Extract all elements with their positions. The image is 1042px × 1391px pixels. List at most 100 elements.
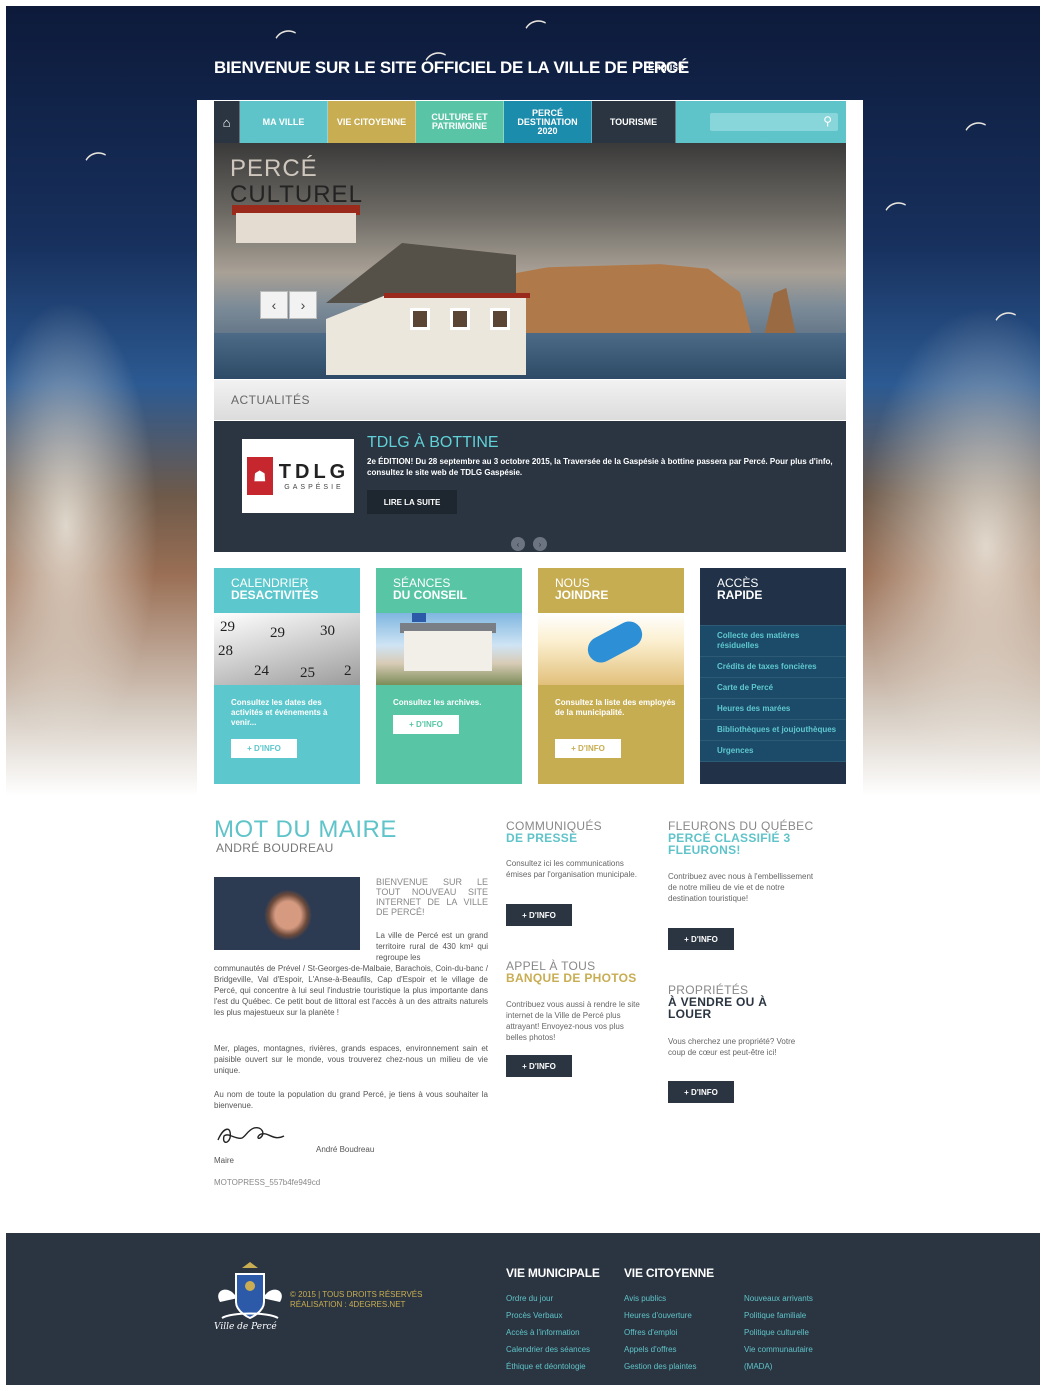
nav-vie-citoyenne[interactable]: VIE CITOYENNE <box>328 101 416 143</box>
house-window <box>490 308 510 330</box>
footer-link[interactable]: Appels d'offres <box>624 1341 697 1358</box>
communiques-info-button[interactable]: + D'INFO <box>506 904 572 926</box>
house-trim <box>384 293 530 298</box>
mayor-paragraph-3: Au nom de toute la population du grand P… <box>214 1090 488 1110</box>
properties-info-button[interactable]: + D'INFO <box>668 1081 734 1103</box>
signature-name: André Boudreau <box>316 1145 375 1154</box>
slider-next-button[interactable]: › <box>289 291 317 319</box>
hiker-icon: ☗ <box>246 457 273 495</box>
footer-link[interactable]: Gestion des plaintes <box>624 1358 697 1375</box>
slide-title-line1: PERCÉ <box>230 155 318 182</box>
footer-link[interactable]: Accès à l'information <box>506 1324 590 1341</box>
fleurons-heading: FLEURONS DU QUÉBEC PERCÉ CLASSIFIÉ 3 FLE… <box>668 819 814 857</box>
footer-col1-links: Ordre du jour Procès Verbaux Accès à l'i… <box>506 1290 590 1375</box>
properties-text: Vous cherchez une propriété? Votre coup … <box>668 1037 796 1057</box>
footer-link[interactable]: Vie communautaire <box>744 1341 813 1358</box>
photos-text: Contribuez vous aussi à rendre le site i… <box>506 1000 640 1042</box>
box-calendrier-heading: CALENDRIER DESACTIVITÉS <box>231 576 319 602</box>
news-prev-dot[interactable]: ‹ <box>511 537 525 551</box>
nav-tourisme[interactable]: TOURISME <box>592 101 676 143</box>
mayor-lead-text: BIENVENUE SUR LE TOUT NOUVEAU SITE INTER… <box>376 877 488 917</box>
english-link[interactable]: English <box>648 62 684 73</box>
footer-link[interactable]: Ordre du jour <box>506 1290 590 1307</box>
footer-link[interactable]: Éthique et déontologie <box>506 1358 590 1375</box>
sea <box>214 333 846 379</box>
quick-access-list: Collecte des matières résiduelles Crédit… <box>700 613 846 762</box>
read-more-button[interactable]: LIRE LA SUITE <box>367 490 457 514</box>
calendrier-info-button[interactable]: + D'INFO <box>231 739 297 758</box>
bird-icon: ⌒ <box>523 16 552 47</box>
photos-info-button[interactable]: + D'INFO <box>506 1055 572 1077</box>
footer-link[interactable]: Procès Verbaux <box>506 1307 590 1324</box>
quick-link-carte[interactable]: Carte de Percé <box>700 677 846 698</box>
flag-icon <box>412 613 426 622</box>
quick-link-urgences[interactable]: Urgences <box>700 740 846 762</box>
communiques-text: Consultez ici les communications émises … <box>506 859 637 879</box>
box-seances-heading: SÉANCES DU CONSEIL <box>393 576 468 602</box>
footer-link[interactable]: Offres d'emploi <box>624 1324 697 1341</box>
footer-link[interactable]: Avis publics <box>624 1290 697 1307</box>
nav-perce-destination[interactable]: PERCÉ DESTINATION 2020 <box>504 101 592 143</box>
mayor-paragraph-1: La ville de Percé est un grand territoir… <box>214 931 488 1017</box>
nav-culture-patrimoine[interactable]: CULTURE ET PATRIMOINE <box>416 101 504 143</box>
footer-col1-title: VIE MUNICIPALE <box>506 1266 600 1280</box>
news-section-label: ACTUALITÉS <box>231 393 311 407</box>
quick-link-collecte[interactable]: Collecte des matières résiduelles <box>700 625 846 656</box>
quick-link-credits-taxes[interactable]: Crédits de taxes foncières <box>700 656 846 677</box>
fleurons-text: Contribuez avec nous à l'embellissement … <box>668 872 814 903</box>
hero-slider: PERCÉ CULTUREL ‹ › <box>214 143 846 379</box>
joindre-info-button[interactable]: + D'INFO <box>555 739 621 758</box>
news-section-header: ACTUALITÉS <box>214 380 846 420</box>
site-welcome-title: BIENVENUE SUR LE SITE OFFICIEL DE LA VIL… <box>214 58 689 77</box>
search-input[interactable] <box>710 114 838 132</box>
chevron-right-icon: › <box>300 297 306 313</box>
box-joindre-text: Consultez la liste des employés de la mu… <box>555 698 676 717</box>
box-acces-rapide: ACCÈS RAPIDE Collecte des matières résid… <box>700 568 846 784</box>
footer-col2-title: VIE CITOYENNE <box>624 1266 714 1280</box>
news-item: ☗ TDLG GASPÉSIE TDLG À BOTTINE 2e ÉDITIO… <box>214 421 846 552</box>
communiques-heading: COMMUNIQUÉS DE PRESSE <box>506 819 602 845</box>
perce-cliff <box>484 264 753 339</box>
news-excerpt: 2e ÉDITION! Du 28 septembre au 3 octobre… <box>367 457 833 477</box>
news-next-dot[interactable]: › <box>533 537 547 551</box>
main-nav: ⌂ MA VILLE VIE CITOYENNE CULTURE ET PATR… <box>214 101 846 143</box>
mayor-paragraph-2: Mer, plages, montagnes, rivières, grands… <box>214 1044 488 1075</box>
message-bottle-image <box>538 613 684 685</box>
footer-col2-links: Avis publics Heures d'ouverture Offres d… <box>624 1290 697 1375</box>
footer-link[interactable]: Politique culturelle <box>744 1324 813 1341</box>
bird-icon: ⌒ <box>993 308 1022 339</box>
tdlg-logo-text: TDLG GASPÉSIE <box>278 461 350 491</box>
footer-col3-links: Nouveaux arrivants Politique familiale P… <box>744 1290 813 1375</box>
search-icon[interactable]: ⚲ <box>823 114 832 128</box>
home-icon: ⌂ <box>222 114 231 130</box>
mayor-section-title: MOT DU MAIRE <box>214 816 397 843</box>
quick-link-bibliotheques[interactable]: Bibliothèques et joujouthèques <box>700 719 846 740</box>
crest-caption: Ville de Percé <box>214 1322 277 1332</box>
quick-access-heading: ACCÈS RAPIDE <box>717 576 763 602</box>
footer-link[interactable]: Calendrier des séances <box>506 1341 590 1358</box>
footer-link[interactable]: (MADA) <box>744 1358 813 1375</box>
tdlg-logo[interactable]: ☗ TDLG GASPÉSIE <box>242 439 354 513</box>
bird-icon: ⌒ <box>83 148 112 179</box>
fleurons-info-button[interactable]: + D'INFO <box>668 928 734 950</box>
box-joindre-heading: NOUS JOINDRE <box>555 576 609 602</box>
box-calendrier-text: Consultez les dates des activités et évé… <box>231 698 328 727</box>
footer-link[interactable]: Politique familiale <box>744 1307 813 1324</box>
bird-icon: ⌒ <box>273 26 302 57</box>
mayor-signature <box>217 1126 285 1143</box>
slide-title-line2: CULTUREL <box>230 181 363 208</box>
seances-info-button[interactable]: + D'INFO <box>393 715 459 734</box>
background-house <box>236 213 356 243</box>
bird-icon: ⌒ <box>883 198 912 229</box>
quick-link-marees[interactable]: Heures des marées <box>700 698 846 719</box>
news-title[interactable]: TDLG À BOTTINE <box>367 434 499 452</box>
photos-heading: APPEL À TOUS BANQUE DE PHOTOS <box>506 959 637 985</box>
chevron-left-icon: ‹ <box>271 297 277 313</box>
nav-home[interactable]: ⌂ <box>214 101 240 143</box>
footer-link[interactable]: Nouveaux arrivants <box>744 1290 813 1307</box>
bird-icon: ⌒ <box>963 118 992 149</box>
footer-link[interactable]: Heures d'ouverture <box>624 1307 697 1324</box>
slider-prev-button[interactable]: ‹ <box>260 291 288 319</box>
nav-ma-ville[interactable]: MA VILLE <box>240 101 328 143</box>
search-box: ⚲ <box>710 113 838 132</box>
